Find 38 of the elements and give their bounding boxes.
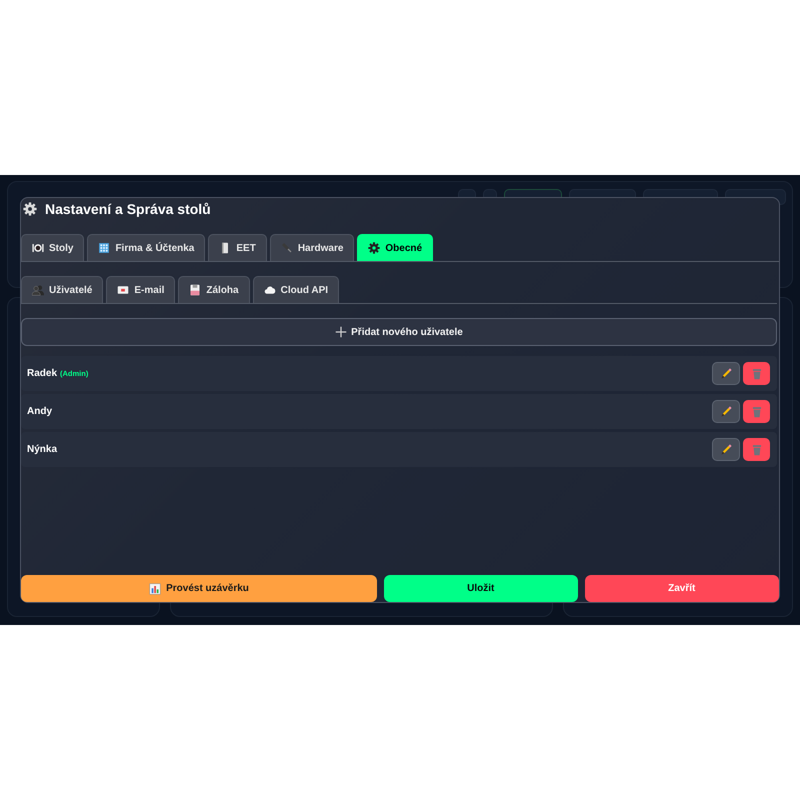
tab[interactable]: EET — [208, 234, 267, 261]
subtab[interactable]: Cloud API — [252, 276, 340, 303]
gear-icon — [368, 242, 380, 254]
trash-icon — [750, 444, 762, 456]
trash-icon — [750, 368, 762, 380]
pencil-icon — [720, 406, 732, 418]
delete-button[interactable] — [743, 400, 770, 423]
subtab[interactable]: Záloha — [178, 276, 250, 303]
user-name: Radek — [27, 368, 58, 379]
cloud-icon — [264, 284, 276, 296]
edit-button[interactable] — [712, 362, 740, 385]
plug-icon — [280, 242, 293, 254]
user-name: Andy — [27, 406, 52, 417]
bar-chart-icon — [149, 582, 162, 594]
delete-button[interactable] — [743, 438, 770, 461]
add-user-button[interactable]: Přidat nového uživatele — [21, 318, 777, 346]
trash-icon — [750, 406, 762, 418]
tab[interactable]: Stoly — [21, 234, 84, 261]
pencil-icon — [720, 444, 732, 456]
subtab[interactable]: Uživatelé — [21, 276, 104, 303]
edit-button[interactable] — [712, 438, 740, 461]
tab[interactable]: Firma & Účtenka — [87, 234, 206, 261]
tab[interactable]: Hardware — [270, 234, 354, 261]
plate-cutlery-icon — [32, 242, 44, 254]
edit-button[interactable] — [712, 400, 740, 423]
building-icon — [98, 242, 110, 254]
delete-button[interactable] — [743, 362, 770, 385]
user-name: Nýnka — [27, 444, 58, 455]
save-button[interactable]: Uložit — [384, 575, 578, 602]
envelope-icon — [117, 284, 130, 296]
subtab[interactable]: E-mail — [106, 276, 176, 303]
plus-icon — [335, 326, 348, 338]
dialog-title: Nastavení a Správa stolů — [45, 200, 211, 219]
pencil-icon — [720, 368, 732, 380]
tab[interactable]: Obecné — [357, 234, 434, 261]
closeout-button[interactable]: Provést uzávěrku — [21, 575, 378, 602]
gear-icon — [23, 202, 37, 216]
users-icon — [32, 284, 44, 296]
